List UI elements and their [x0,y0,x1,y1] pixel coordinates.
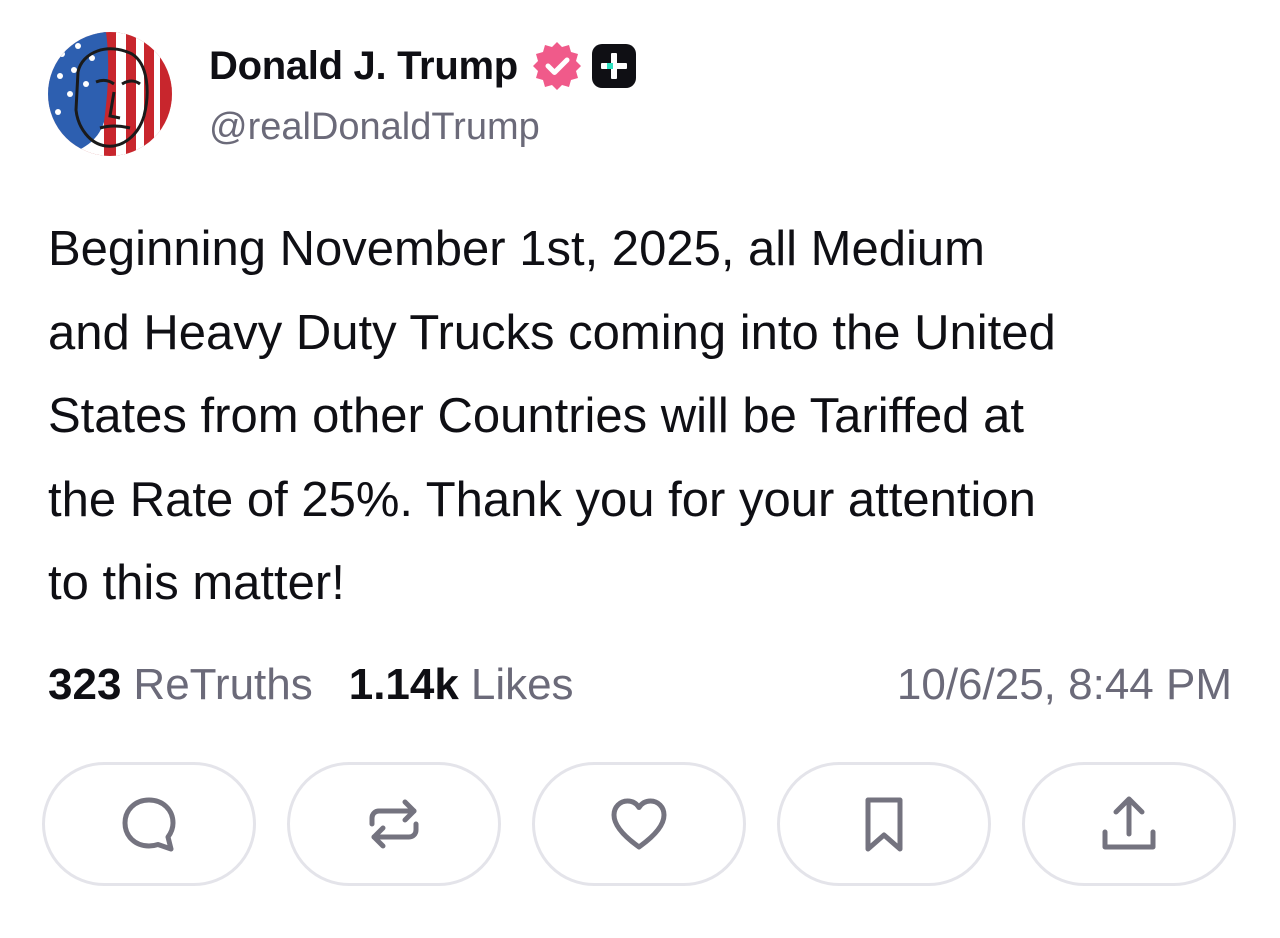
name-row: Donald J. Trump [209,40,636,92]
like-button[interactable] [532,762,746,886]
retruths-label: ReTruths [133,660,313,709]
verified-badge-icon [532,41,582,91]
share-icon [1102,796,1156,850]
likes-count: 1.14k [348,660,459,709]
retruths-stat[interactable]: 323 ReTruths [48,660,313,710]
like-icon [611,798,667,850]
post-text: Beginning November 1st, 2025, all Medium… [48,222,1056,610]
action-bar [42,762,1238,890]
post-timestamp: 10/6/25, 8:44 PM [896,660,1232,709]
post-card: Donald J. Trump @realDonaldTrump Beginni… [0,0,1280,938]
author-handle[interactable]: @realDonaldTrump [209,106,636,149]
share-button[interactable] [1022,762,1236,886]
retruth-button[interactable] [287,762,501,886]
retruth-icon [369,799,419,849]
truth-plus-icon [591,44,636,88]
reply-icon [122,797,176,852]
likes-stat[interactable]: 1.14k Likes [349,660,574,710]
reply-button[interactable] [42,762,256,886]
display-name[interactable]: Donald J. Trump [209,44,518,89]
likes-label: Likes [470,660,574,709]
bookmark-button[interactable] [777,762,991,886]
post-stats: 323 ReTruths 1.14k Likes 10/6/25, 8:44 P… [48,652,1232,718]
avatar-image [48,32,172,156]
retruths-count: 323 [48,660,122,709]
author-identity: Donald J. Trump @realDonaldTrump [209,40,636,149]
bookmark-icon [865,797,903,852]
avatar[interactable] [48,32,172,156]
